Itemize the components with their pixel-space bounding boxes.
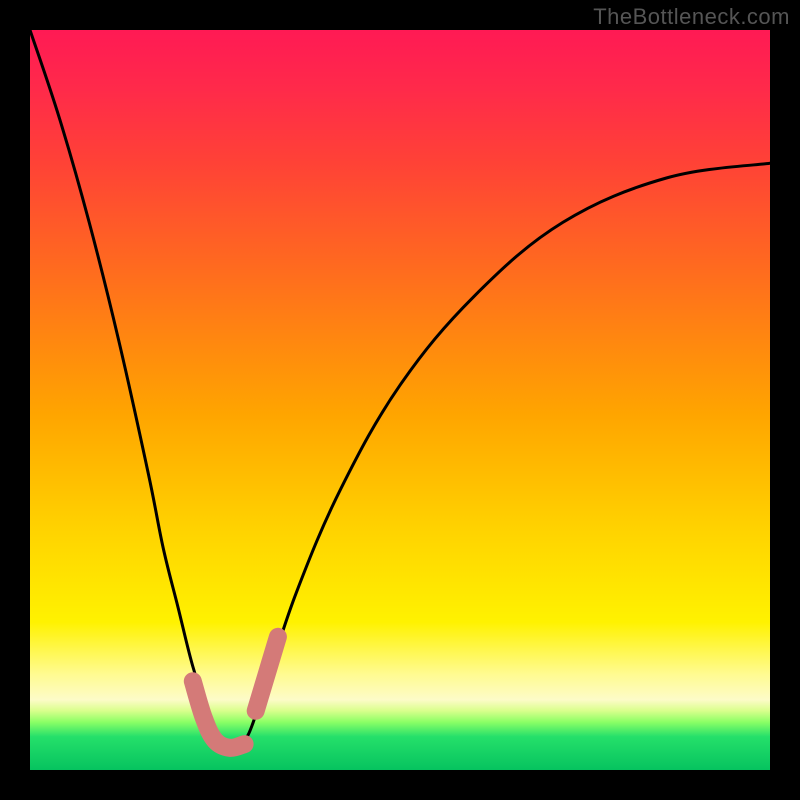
plot-area [30,30,770,770]
left-wiggle-marker [193,681,245,748]
chart-svg [30,30,770,770]
chart-frame: TheBottleneck.com [0,0,800,800]
right-wiggle-marker [256,637,278,711]
bottleneck-curve [30,30,770,749]
watermark-text: TheBottleneck.com [593,4,790,30]
